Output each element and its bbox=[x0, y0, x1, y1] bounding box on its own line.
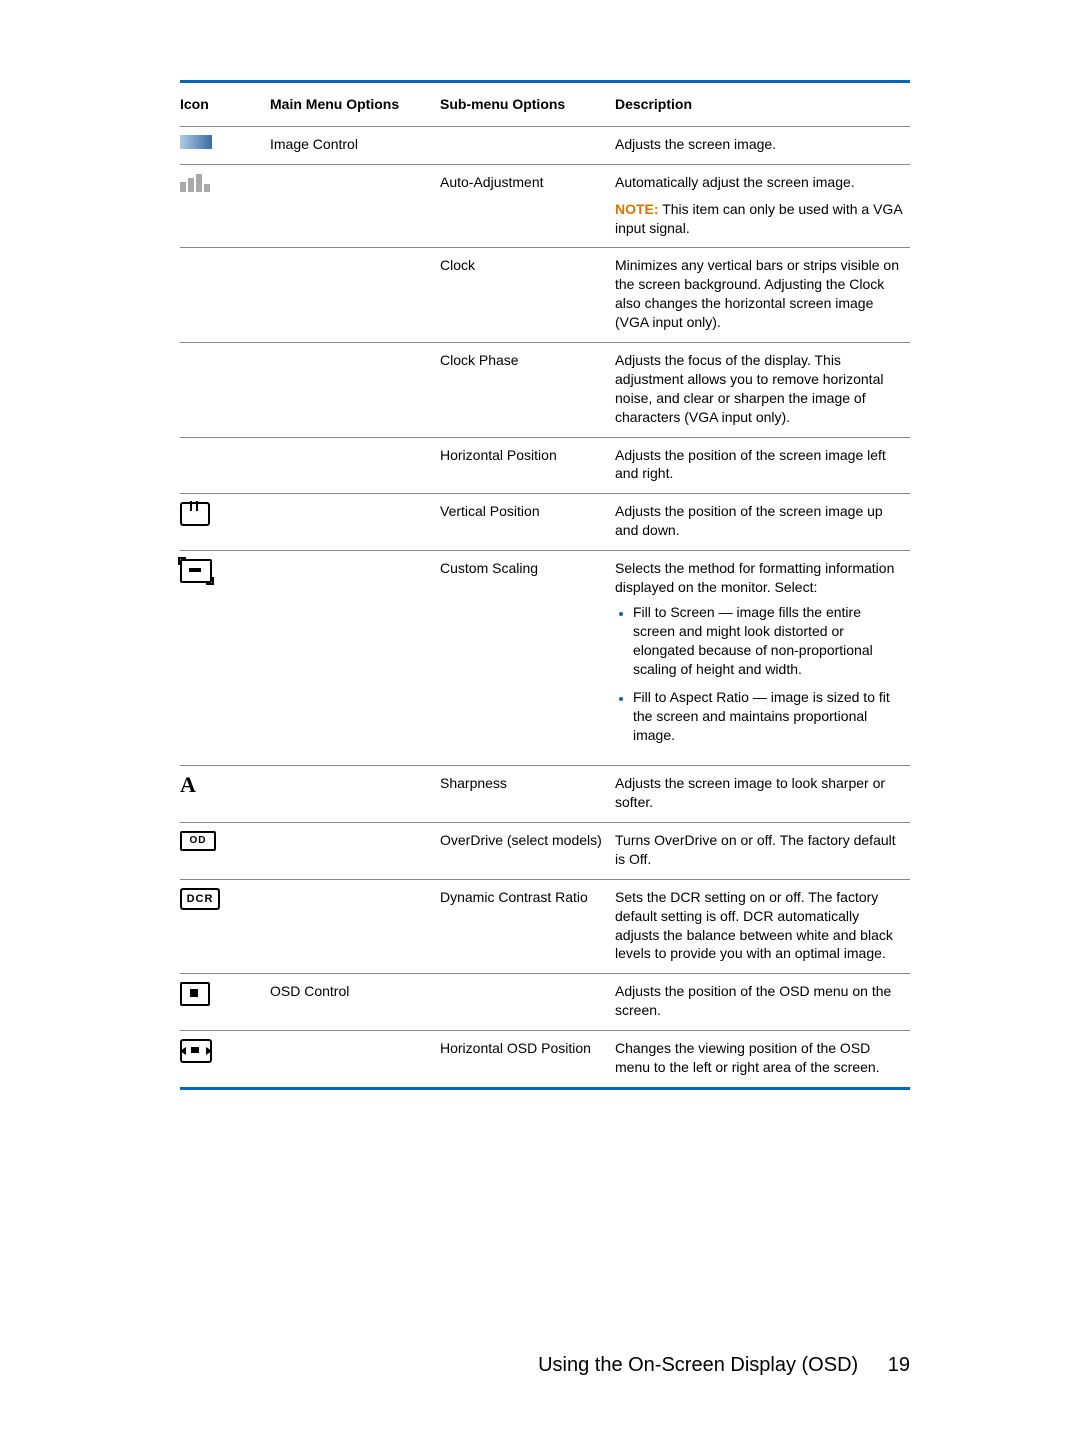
overdrive-icon: OD bbox=[180, 831, 216, 851]
note-label: NOTE: bbox=[615, 201, 659, 217]
description-text: Turns OverDrive on or off. The factory d… bbox=[615, 832, 896, 867]
footer-section-title: Using the On-Screen Display (OSD) bbox=[538, 1354, 858, 1376]
cell-main-menu: Image Control bbox=[270, 126, 440, 164]
footer-page-number: 19 bbox=[888, 1354, 910, 1377]
cell-description: Adjusts the position of the screen image… bbox=[615, 494, 910, 551]
cell-sub-menu: Sharpness bbox=[440, 766, 615, 823]
cell-sub-menu: Clock bbox=[440, 248, 615, 343]
osd-menu-table: Icon Main Menu Options Sub-menu Options … bbox=[180, 80, 910, 1090]
cell-main-menu bbox=[270, 766, 440, 823]
cell-description: Automatically adjust the screen image. NO… bbox=[615, 164, 910, 248]
custom-scaling-icon bbox=[180, 559, 212, 583]
cell-icon bbox=[180, 126, 270, 164]
cell-icon bbox=[180, 494, 270, 551]
cell-description: Minimizes any vertical bars or strips vi… bbox=[615, 248, 910, 343]
cell-sub-menu: Vertical Position bbox=[440, 494, 615, 551]
horizontal-osd-position-icon bbox=[180, 1039, 212, 1063]
page-footer: Using the On-Screen Display (OSD) 19 bbox=[538, 1354, 910, 1377]
cell-sub-menu: Auto-Adjustment bbox=[440, 164, 615, 248]
cell-description: Adjusts the position of the OSD menu on … bbox=[615, 974, 910, 1031]
list-item: Fill to Aspect Ratio — image is sized to… bbox=[633, 688, 904, 745]
description-note: NOTE: This item can only be used with a … bbox=[615, 200, 904, 238]
cell-icon bbox=[180, 551, 270, 766]
cell-main-menu bbox=[270, 879, 440, 974]
cell-description: Adjusts the screen image. bbox=[615, 126, 910, 164]
table-header-row: Icon Main Menu Options Sub-menu Options … bbox=[180, 82, 910, 127]
cell-sub-menu: OverDrive (select models) bbox=[440, 822, 615, 879]
description-text: Sets the DCR setting on or off. The fact… bbox=[615, 889, 893, 962]
description-text: Minimizes any vertical bars or strips vi… bbox=[615, 257, 899, 330]
sharpness-icon: A bbox=[180, 774, 208, 796]
table-row: DCR Dynamic Contrast RatioSets the DCR se… bbox=[180, 879, 910, 974]
cell-sub-menu bbox=[440, 126, 615, 164]
header-main: Main Menu Options bbox=[270, 82, 440, 127]
table-row: OSD Control Adjusts the position of the O… bbox=[180, 974, 910, 1031]
cell-sub-menu bbox=[440, 974, 615, 1031]
dcr-icon: DCR bbox=[180, 888, 220, 910]
osd-control-icon bbox=[180, 982, 210, 1006]
auto-adjustment-icon bbox=[180, 173, 212, 191]
cell-icon bbox=[180, 248, 270, 343]
description-text: Adjusts the position of the OSD menu on … bbox=[615, 983, 891, 1018]
table-row: ClockMinimizes any vertical bars or stri… bbox=[180, 248, 910, 343]
cell-main-menu bbox=[270, 164, 440, 248]
description-bullets: Fill to Screen — image fills the entire … bbox=[615, 603, 904, 745]
cell-main-menu bbox=[270, 822, 440, 879]
cell-description: Sets the DCR setting on or off. The fact… bbox=[615, 879, 910, 974]
cell-description: Adjusts the screen image to look sharper… bbox=[615, 766, 910, 823]
table-row: Image Control Adjusts the screen image. bbox=[180, 126, 910, 164]
table-row: Horizontal OSD PositionChanges the viewi… bbox=[180, 1031, 910, 1089]
table-row: Custom ScalingSelects the method for for… bbox=[180, 551, 910, 766]
cell-description: Adjusts the focus of the display. This a… bbox=[615, 343, 910, 438]
description-text: Adjusts the focus of the display. This a… bbox=[615, 352, 883, 425]
cell-main-menu bbox=[270, 1031, 440, 1089]
vertical-position-icon bbox=[180, 502, 210, 526]
cell-description: Turns OverDrive on or off. The factory d… bbox=[615, 822, 910, 879]
table-row: OD OverDrive (select models)Turns OverDri… bbox=[180, 822, 910, 879]
description-text: Changes the viewing position of the OSD … bbox=[615, 1040, 880, 1075]
cell-sub-menu: Custom Scaling bbox=[440, 551, 615, 766]
cell-description: Selects the method for formatting inform… bbox=[615, 551, 910, 766]
cell-icon bbox=[180, 1031, 270, 1089]
table-row: Vertical PositionAdjusts the position of… bbox=[180, 494, 910, 551]
note-text: This item can only be used with a VGA in… bbox=[615, 201, 902, 236]
cell-sub-menu: Clock Phase bbox=[440, 343, 615, 438]
description-text: Automatically adjust the screen image. bbox=[615, 174, 855, 190]
description-text: Adjusts the position of the screen image… bbox=[615, 503, 883, 538]
cell-icon: OD bbox=[180, 822, 270, 879]
cell-sub-menu: Dynamic Contrast Ratio bbox=[440, 879, 615, 974]
cell-icon bbox=[180, 437, 270, 494]
cell-main-menu bbox=[270, 248, 440, 343]
cell-sub-menu: Horizontal Position bbox=[440, 437, 615, 494]
cell-main-menu: OSD Control bbox=[270, 974, 440, 1031]
cell-main-menu bbox=[270, 343, 440, 438]
cell-description: Adjusts the position of the screen image… bbox=[615, 437, 910, 494]
cell-icon bbox=[180, 974, 270, 1031]
cell-icon bbox=[180, 343, 270, 438]
description-text: Adjusts the position of the screen image… bbox=[615, 447, 886, 482]
cell-main-menu bbox=[270, 494, 440, 551]
description-text: Selects the method for formatting inform… bbox=[615, 560, 894, 595]
list-item: Fill to Screen — image fills the entire … bbox=[633, 603, 904, 679]
header-sub: Sub-menu Options bbox=[440, 82, 615, 127]
table-row: Horizontal PositionAdjusts the position … bbox=[180, 437, 910, 494]
table-row: Clock PhaseAdjusts the focus of the disp… bbox=[180, 343, 910, 438]
cell-icon bbox=[180, 164, 270, 248]
header-desc: Description bbox=[615, 82, 910, 127]
cell-main-menu bbox=[270, 551, 440, 766]
cell-main-menu bbox=[270, 437, 440, 494]
description-text: Adjusts the screen image. bbox=[615, 136, 776, 152]
cell-sub-menu: Horizontal OSD Position bbox=[440, 1031, 615, 1089]
header-icon: Icon bbox=[180, 82, 270, 127]
table-row: A SharpnessAdjusts the screen image to lo… bbox=[180, 766, 910, 823]
image-control-icon bbox=[180, 135, 212, 149]
cell-icon: A bbox=[180, 766, 270, 823]
cell-description: Changes the viewing position of the OSD … bbox=[615, 1031, 910, 1089]
description-text: Adjusts the screen image to look sharper… bbox=[615, 775, 885, 810]
cell-icon: DCR bbox=[180, 879, 270, 974]
table-row: Auto-AdjustmentAutomatically adjust the … bbox=[180, 164, 910, 248]
